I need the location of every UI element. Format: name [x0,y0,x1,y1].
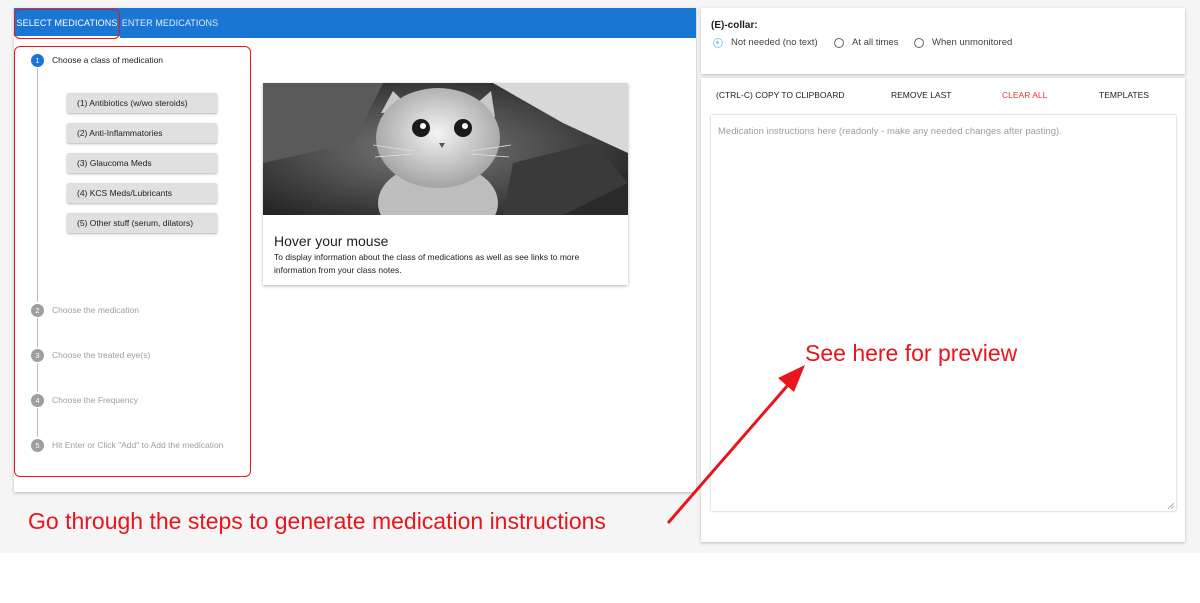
annotation-arrow-icon [666,365,805,524]
